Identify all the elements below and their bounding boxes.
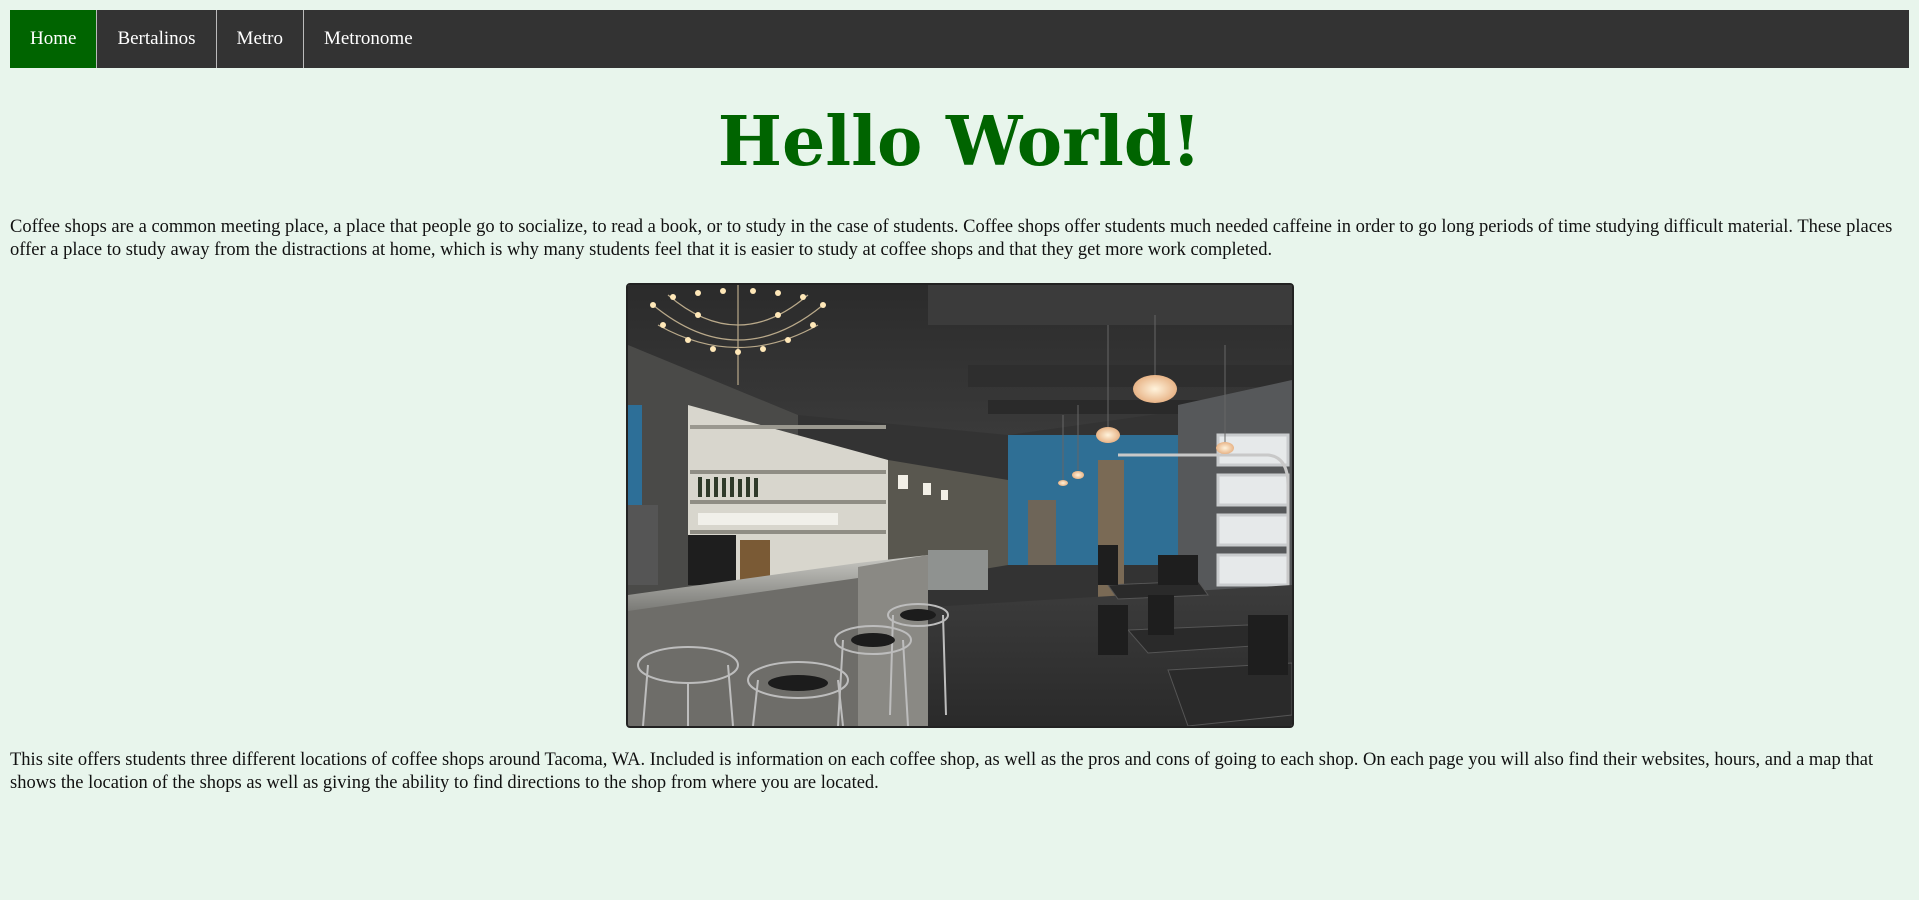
nav-item-label: Metro xyxy=(236,28,283,49)
top-navbar: Home Bertalinos Metro Metronome xyxy=(10,10,1909,68)
nav-item-label: Home xyxy=(30,28,77,49)
nav-item-metronome[interactable]: Metronome xyxy=(304,10,433,68)
coffee-shop-photo xyxy=(625,283,1294,728)
intro-paragraph: Coffee shops are a common meeting place,… xyxy=(10,217,1893,260)
nav-item-label: Metronome xyxy=(323,28,413,49)
coffee-shop-interior-image xyxy=(627,285,1292,726)
nav-item-metro[interactable]: Metro xyxy=(217,10,304,68)
nav-item-label: Bertalinos xyxy=(117,28,196,49)
nav-item-home[interactable]: Home xyxy=(10,10,98,68)
page-title: Hello World! xyxy=(717,102,1202,182)
page: Home Bertalinos Metro Metronome Hello Wo… xyxy=(0,0,1919,900)
nav-item-bertalinos[interactable]: Bertalinos xyxy=(97,10,217,68)
outro-paragraph: This site offers students three differen… xyxy=(10,750,1874,793)
